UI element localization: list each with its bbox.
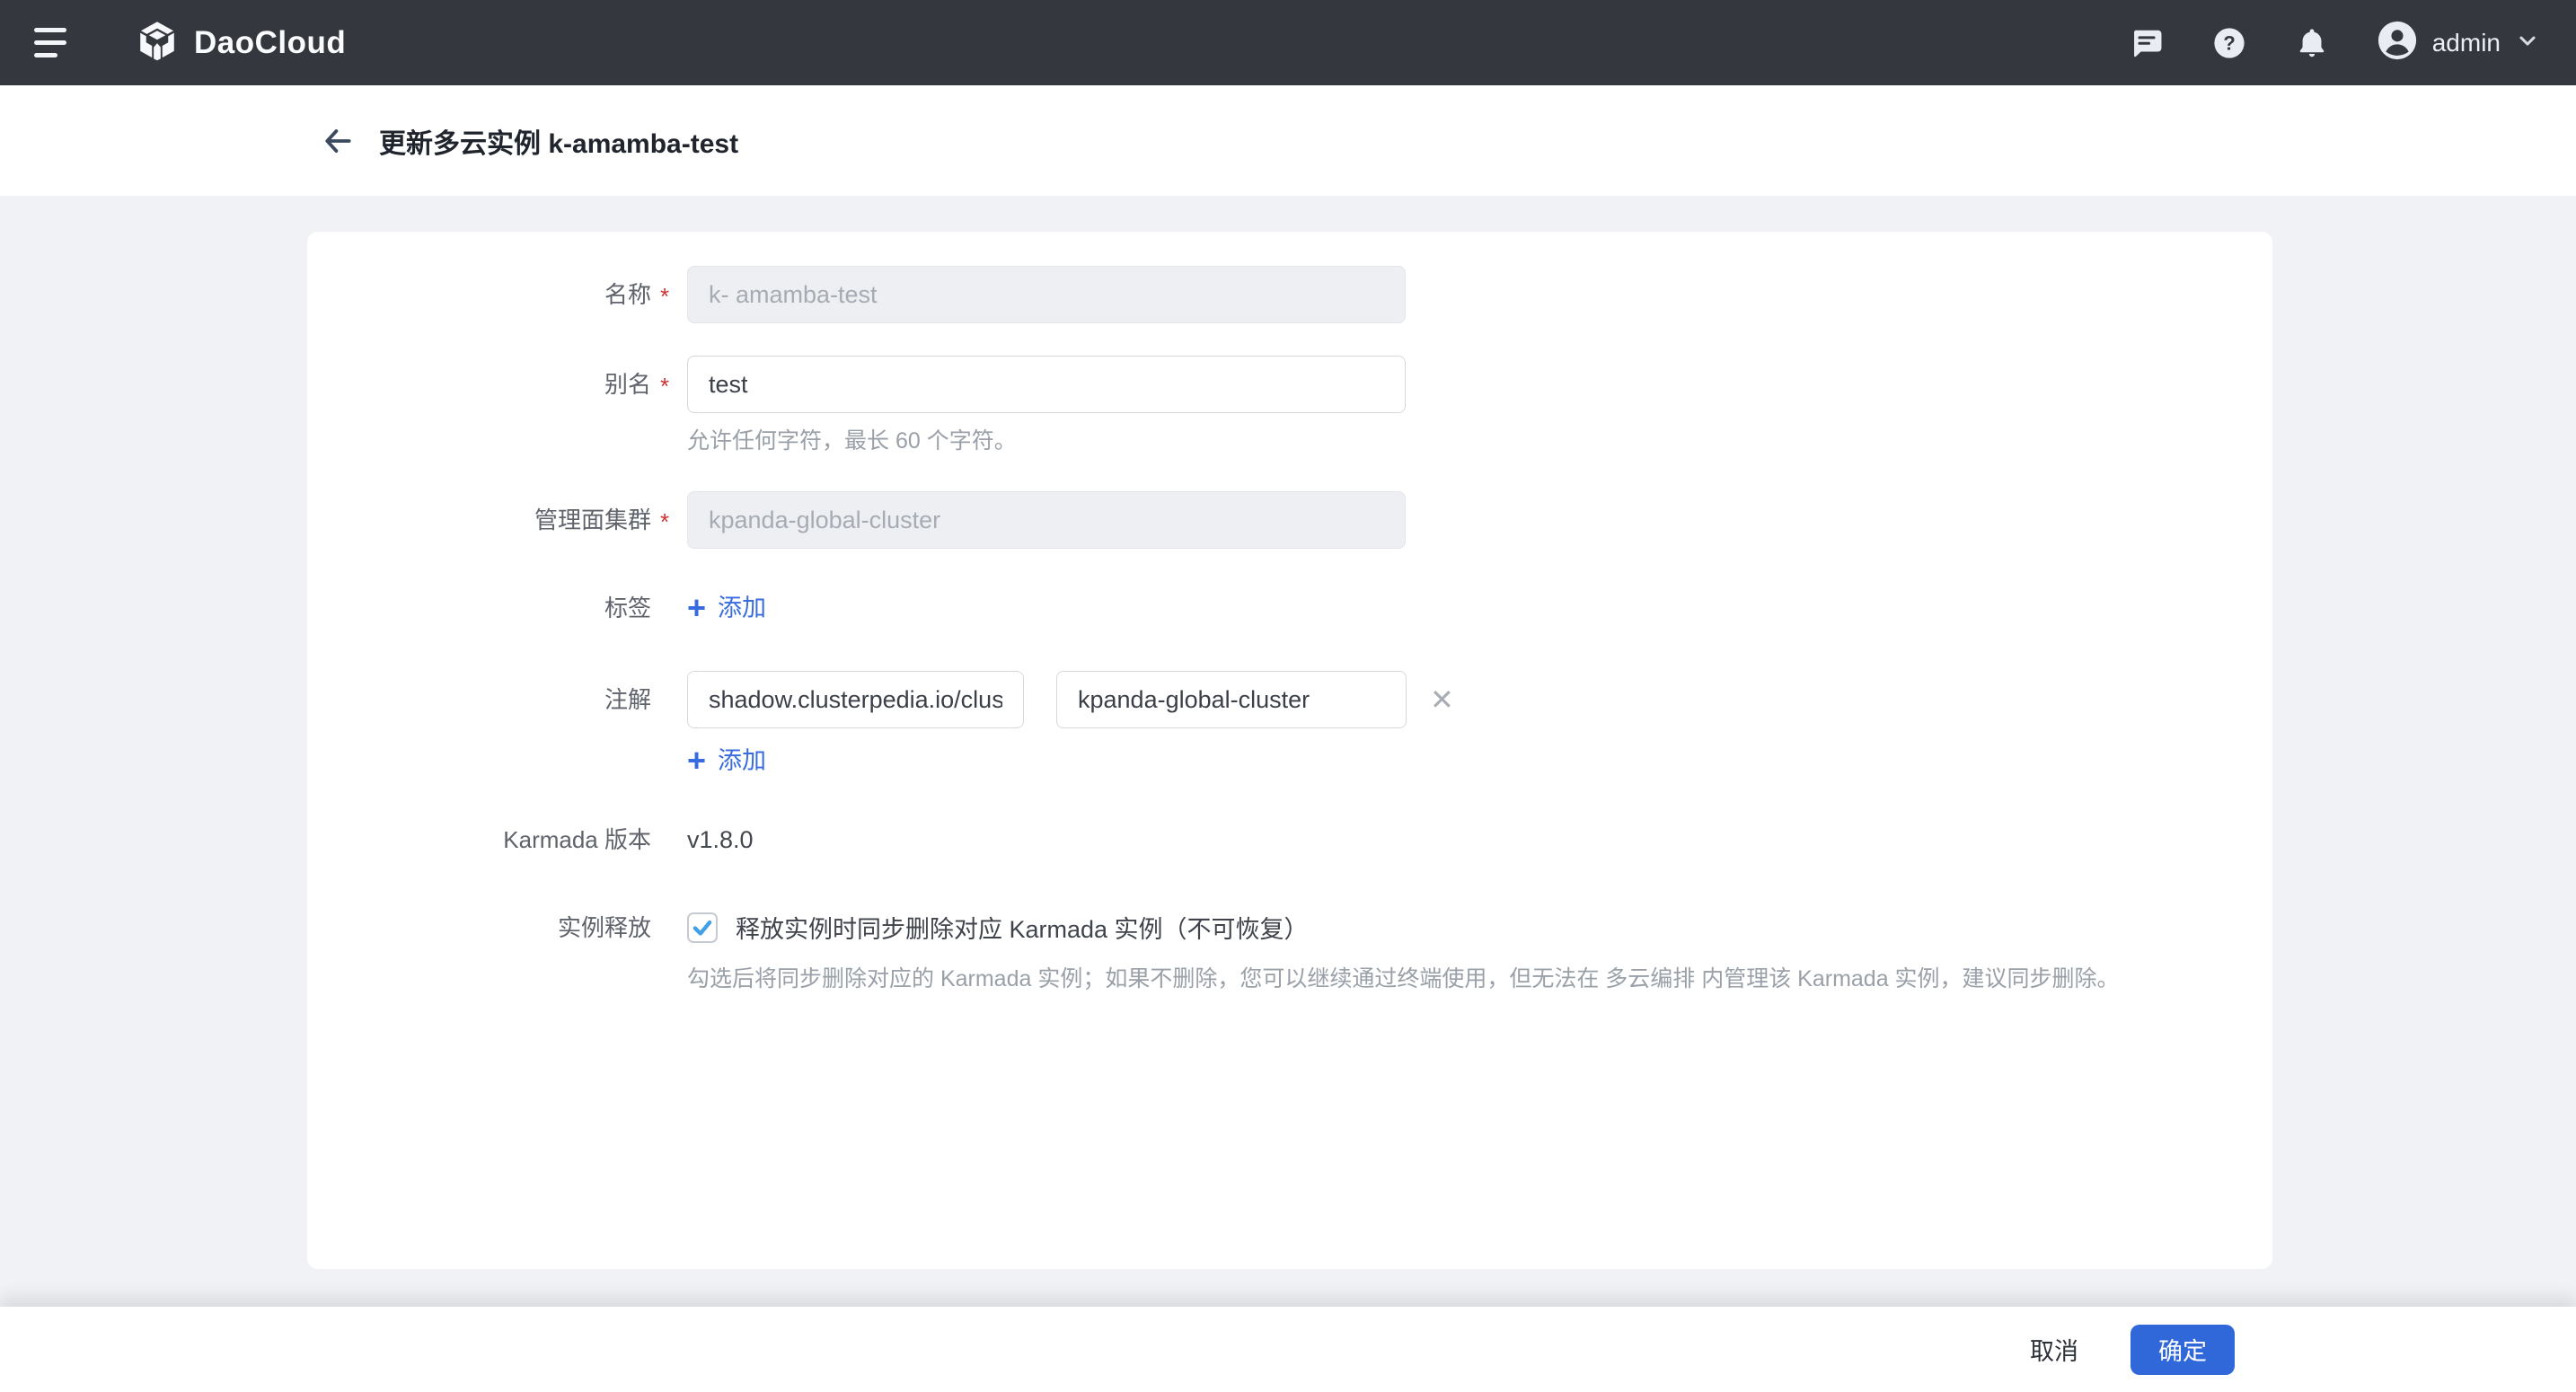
cluster-label: 管理面集群 * (307, 502, 651, 538)
form-row-release: 实例释放 释放实例时同步删除对应 Karmada 实例（不可恢复） 勾选后将同步… (307, 910, 2272, 993)
cluster-input (687, 491, 1406, 549)
release-checkbox-label: 释放实例时同步删除对应 Karmada 实例（不可恢复） (736, 910, 1309, 945)
form-row-cluster: 管理面集群 * (307, 491, 2272, 549)
check-icon (691, 916, 714, 939)
content-area: 名称 * 别名 * 允许任何字符，最长 60 个字符。 管理面集群 * (0, 196, 2576, 1307)
brand-logo[interactable]: DaoCloud (137, 20, 346, 66)
version-label: Karmada 版本 (307, 822, 651, 858)
alias-label: 别名 * (307, 366, 651, 402)
username: admin (2432, 29, 2501, 57)
page-title-bar: 更新多云实例 k-amamba-test (0, 85, 2576, 196)
karmada-version-value: v1.8.0 (687, 826, 754, 853)
appbar-actions: ? admin (2129, 20, 2540, 66)
daocloud-cube-icon (137, 20, 178, 66)
form-row-version: Karmada 版本 v1.8.0 (307, 822, 2272, 858)
form-row-name: 名称 * (307, 266, 2272, 323)
release-help-text: 勾选后将同步删除对应的 Karmada 实例；如果不删除，您可以继续通过终端使用… (687, 965, 2120, 993)
name-label: 名称 * (307, 277, 651, 313)
release-checkbox[interactable] (687, 912, 718, 943)
brand-name: DaoCloud (194, 25, 346, 61)
annotation-value-input[interactable] (1056, 671, 1407, 728)
notification-bell-icon[interactable] (2294, 25, 2330, 61)
menu-icon[interactable] (34, 20, 74, 66)
annotation-key-input[interactable] (687, 671, 1024, 728)
action-footer: 取消 确定 (0, 1307, 2576, 1392)
plus-icon: + (687, 592, 706, 624)
form-row-annotations: 注解 ✕ + 添加 (307, 671, 2272, 780)
svg-text:?: ? (2223, 31, 2236, 54)
page-title: 更新多云实例 k-amamba-test (379, 121, 738, 161)
annotations-label: 注解 (307, 682, 651, 718)
required-mark: * (660, 504, 669, 540)
help-icon[interactable]: ? (2211, 25, 2247, 61)
form-row-labels: 标签 + 添加 (307, 588, 2272, 628)
confirm-button[interactable]: 确定 (2130, 1325, 2235, 1375)
back-arrow-icon[interactable] (320, 123, 356, 159)
plus-icon: + (687, 744, 706, 777)
add-label-button[interactable]: + 添加 (687, 588, 766, 628)
release-label: 实例释放 (307, 910, 651, 946)
app-bar: DaoCloud ? (0, 0, 2576, 85)
alias-input[interactable] (687, 356, 1406, 413)
name-input (687, 266, 1406, 323)
alias-help-text: 允许任何字符，最长 60 个字符。 (687, 427, 1406, 455)
add-annotation-button[interactable]: + 添加 (687, 741, 766, 780)
cancel-button[interactable]: 取消 (2030, 1332, 2078, 1367)
remove-annotation-icon[interactable]: ✕ (1430, 685, 1454, 714)
required-mark: * (660, 368, 669, 404)
required-mark: * (660, 278, 669, 314)
labels-label: 标签 (307, 590, 651, 626)
message-icon[interactable] (2129, 25, 2165, 61)
avatar (2377, 20, 2418, 66)
form-card: 名称 * 别名 * 允许任何字符，最长 60 个字符。 管理面集群 * (307, 232, 2272, 1269)
form-row-alias: 别名 * 允许任何字符，最长 60 个字符。 (307, 356, 2272, 455)
chevron-down-icon (2515, 28, 2540, 57)
user-menu[interactable]: admin (2377, 20, 2540, 66)
